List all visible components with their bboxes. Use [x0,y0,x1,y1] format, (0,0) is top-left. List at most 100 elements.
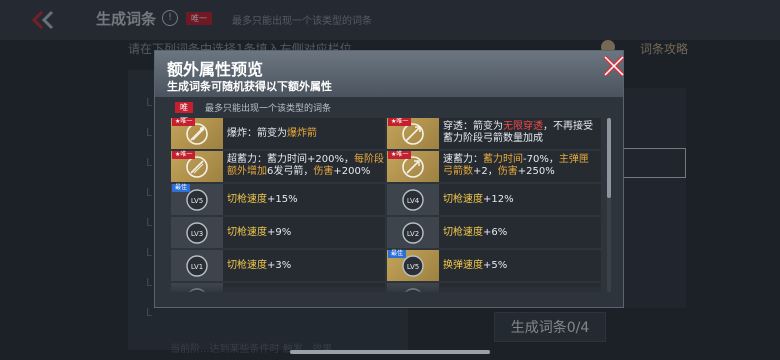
attribute-segment: 切枪速度 [443,227,483,238]
attribute-segment: 6发弓箭， [267,166,314,177]
scrollbar[interactable] [607,118,611,292]
attribute-segment: 切枪速度 [227,194,267,205]
attribute-line: 爆炸：箭变为爆炸箭 [227,128,317,140]
attribute-segment: 穿透：箭变为 [443,121,503,132]
attribute-line: 速蓄力：蓄力时间-70%，主弹匣 [443,154,589,166]
attribute-line: 切枪速度+3% [227,260,291,272]
attribute-text: 切枪速度+6% [443,227,507,239]
svg-text:LV1: LV1 [191,263,203,271]
attribute-segment: +15% [267,194,298,205]
attribute-text: 爆炸：箭变为爆炸箭 [227,128,317,140]
attribute-cell[interactable]: LV2 切枪速度+6% [387,217,601,248]
level-icon: LV5 [185,188,209,216]
attribute-segment: +6% [483,227,508,238]
modal-subtitle: 生成词条可随机获得以下额外属性 [167,80,332,93]
level-icon: LV1 [185,254,209,282]
attribute-cell[interactable]: LV3 切枪速度+9% [171,217,385,248]
close-button[interactable] [599,51,629,81]
svg-text:LV5: LV5 [191,197,203,205]
attribute-cell[interactable]: LV5 最佳 切枪速度+15% [171,184,385,215]
attribute-segment: +9% [267,227,292,238]
attribute-cell[interactable]: LV5 最佳 换弹速度+5% [387,250,601,281]
attribute-line: 切枪速度+15% [227,194,298,206]
unique-badge: ★唯一 [172,118,196,126]
attribute-cell[interactable]: ★唯一 穿透：箭变为无限穿透，不再接受 蓄力阶段弓箭数量加成 [387,118,601,149]
attribute-line: 切枪速度+6% [443,227,507,239]
unique-badge: ★唯一 [172,151,196,159]
attribute-text: 切枪速度+15% [227,194,298,206]
attribute-icon-box: ★唯一 [171,151,223,182]
extra-attributes-modal: 额外属性预览 生成词条可随机获得以下额外属性 唯一 最多只能出现一个该类型的词条… [154,50,625,308]
notice-text: 最多只能出现一个该类型的词条 [205,104,332,114]
attribute-cell[interactable]: ★唯一 超蓄力：蓄力时间+200%，每阶段 额外增加6发弓箭，伤害+200% [171,151,385,182]
attribute-segment: 伤害 [313,166,334,177]
best-badge: 最佳 [388,250,407,258]
attribute-segment: +200% [333,166,371,177]
attribute-segment: -70%， [523,154,559,165]
attribute-icon-box: ★唯一 [387,151,439,182]
attribute-icon-box: LV1 [171,250,223,281]
attribute-segment: 主弹匣 [558,154,589,165]
attribute-segment: 弓箭数 [443,166,473,177]
attribute-text: 切枪速度+3% [227,260,291,272]
svg-text:LV3: LV3 [191,230,203,238]
attribute-icon-box: ★唯一 [171,118,223,149]
attribute-segment: ，不再接受 [543,121,593,132]
attribute-icon-box: ★唯一 [387,118,439,149]
attribute-segment: 蓄力阶段弓箭数量加成 [443,133,543,144]
attribute-segment: 无限穿透 [503,121,543,132]
attribute-segment: 额外增加 [227,166,267,177]
home-indicator[interactable] [290,350,490,354]
attribute-icon-box: LV4 [387,184,439,215]
attribute-line: 切枪速度+9% [227,227,291,239]
attribute-line: 切枪速度+12% [443,194,514,206]
scroll-thumb[interactable] [607,118,611,198]
unique-badge: ★唯一 [388,118,412,126]
modal-header: 额外属性预览 生成词条可随机获得以下额外属性 [155,51,623,97]
attribute-segment: 每阶段 [353,154,384,165]
svg-text:LV5: LV5 [407,263,419,271]
attribute-line: 额外增加6发弓箭，伤害+200% [227,166,384,178]
attribute-icon-box: LV2 [387,217,439,248]
attribute-grid[interactable]: ★唯一 爆炸：箭变为爆炸箭 ★唯一 穿透：箭变为无限穿透，不再接受 蓄力阶段弓箭数量加成… [171,118,603,292]
charge-arrow-icon [185,155,209,183]
attribute-cell[interactable]: LV4 切枪速度+12% [387,184,601,215]
attribute-cell[interactable]: LV1 切枪速度+3% [171,250,385,281]
attribute-segment: 切枪速度 [443,194,483,205]
attribute-text: 切枪速度+12% [443,194,514,206]
attribute-segment: +2， [473,166,498,177]
arrow-pierce-icon [401,122,425,150]
scroll-fade [171,284,603,294]
attribute-line: 弓箭数+2，伤害+250% [443,166,589,178]
attribute-line: 蓄力阶段弓箭数量加成 [443,133,593,145]
modal-title: 额外属性预览 [167,60,264,79]
quick-charge-icon [401,155,425,183]
attribute-cell[interactable]: ★唯一 速蓄力：蓄力时间-70%，主弹匣 弓箭数+2，伤害+250% [387,151,601,182]
attribute-icon-box: LV5 最佳 [387,250,439,281]
attribute-text: 穿透：箭变为无限穿透，不再接受 蓄力阶段弓箭数量加成 [443,121,593,145]
notice-tag: 唯一 [175,102,193,123]
attribute-segment: 切枪速度 [227,227,267,238]
attribute-segment: 速蓄力： [443,154,483,165]
attribute-segment: +250% [517,166,555,177]
unique-badge: ★唯一 [388,151,412,159]
attribute-text: 速蓄力：蓄力时间-70%，主弹匣 弓箭数+2，伤害+250% [443,154,589,178]
attribute-segment: 爆炸箭 [287,128,317,139]
attribute-icon-box: LV3 [171,217,223,248]
level-icon: LV3 [185,221,209,249]
attribute-line: 换弹速度+5% [443,260,507,272]
attribute-line: 穿透：箭变为无限穿透，不再接受 [443,121,593,133]
attribute-segment: +3% [267,260,292,271]
attribute-segment: 伤害 [497,166,518,177]
attribute-segment: 切枪速度 [227,260,267,271]
attribute-segment: 换弹速度 [443,260,483,271]
arrow-burst-icon [185,122,209,150]
svg-text:LV4: LV4 [407,197,420,205]
attribute-line: 超蓄力：蓄力时间+200%，每阶段 [227,154,384,166]
level-icon: LV4 [401,188,425,216]
level-icon: LV2 [401,221,425,249]
attribute-text: 超蓄力：蓄力时间+200%，每阶段 额外增加6发弓箭，伤害+200% [227,154,384,178]
level-icon: LV5 [401,254,425,282]
attribute-cell[interactable]: ★唯一爆炸：箭变为爆炸箭 [171,118,385,149]
close-icon [603,55,625,77]
